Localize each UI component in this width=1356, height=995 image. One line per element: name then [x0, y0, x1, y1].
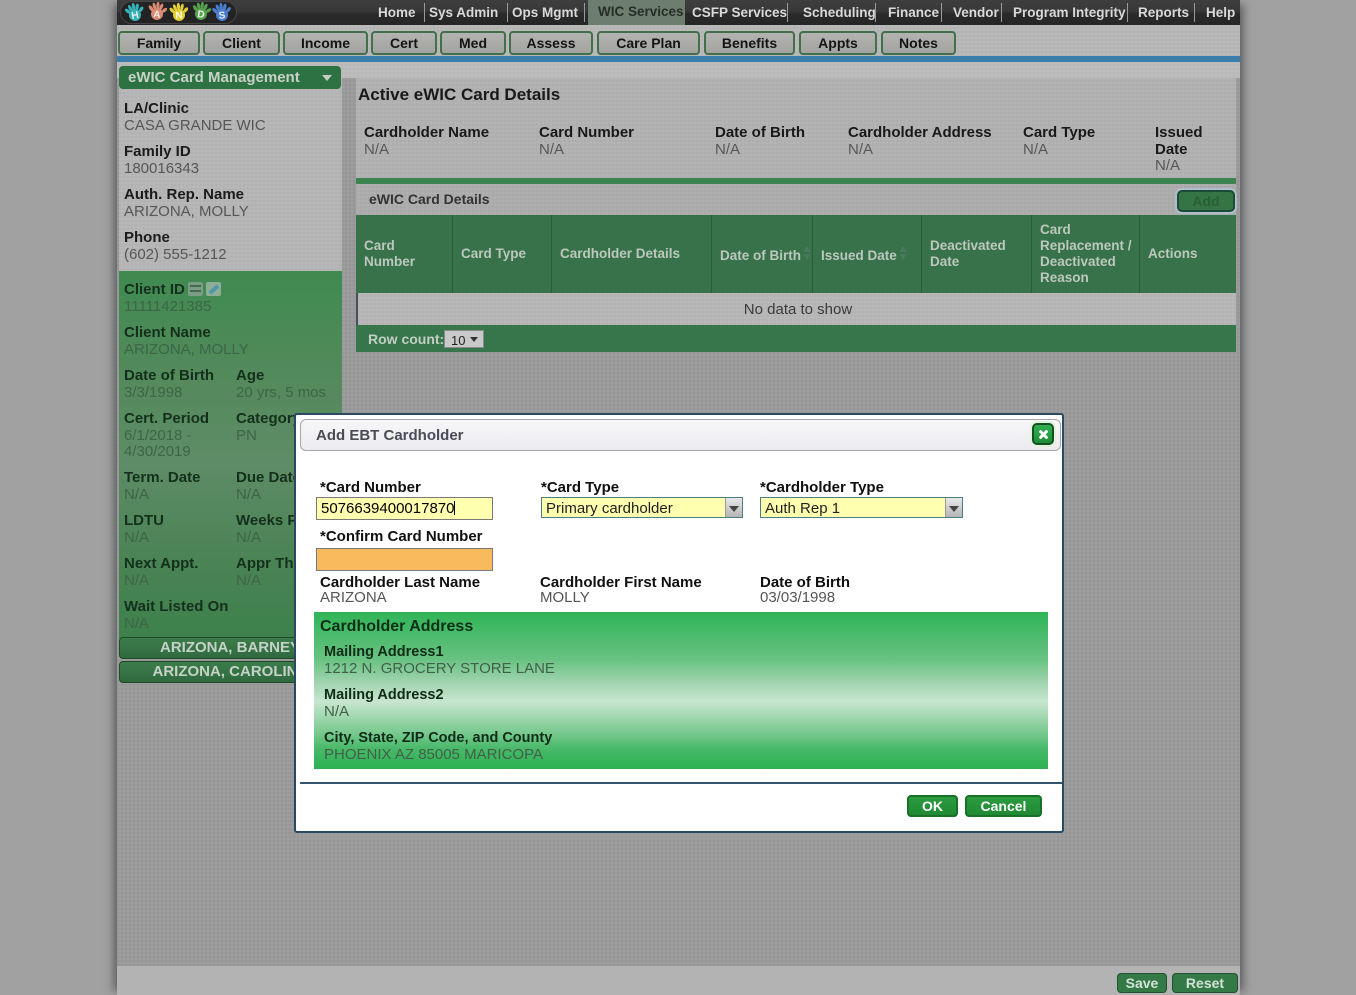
svg-text:A: A	[153, 9, 161, 21]
svg-text:N: N	[175, 10, 183, 21]
svg-text:D: D	[197, 9, 206, 21]
